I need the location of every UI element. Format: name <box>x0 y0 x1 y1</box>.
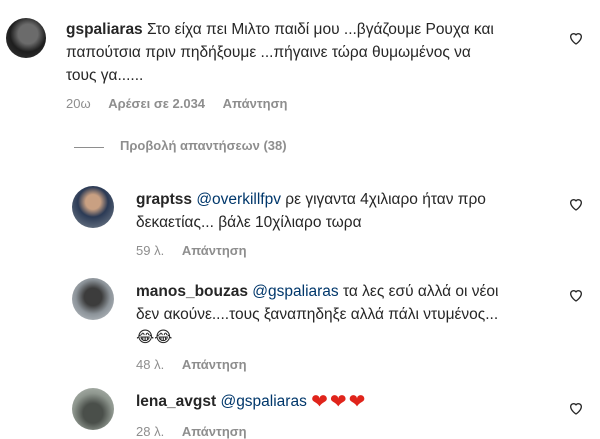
comment-time: 20ω <box>66 96 91 111</box>
reply-mention[interactable]: @overkillfpv <box>196 191 281 208</box>
comment-text: gspaliaras Στο είχα πει Μιλτο παιδί μου … <box>66 18 566 87</box>
comment-username[interactable]: gspaliaras <box>66 21 143 38</box>
reply-time: 59 λ. <box>136 243 165 258</box>
reply-body-line1: ρε γιγαντα 4χιλιαρο ήταν προ <box>285 191 486 208</box>
reply-meta: 48 λ. Απάντηση <box>136 357 261 372</box>
reply-meta: 28 λ. Απάντηση <box>136 424 261 439</box>
reply-body-line2: δεν ακούνε....τους ξαναπηδηξε αλλά πάλι … <box>136 306 499 323</box>
comment-body-line3: τους γα...... <box>66 67 144 84</box>
avatar[interactable] <box>72 388 114 430</box>
avatar[interactable] <box>6 18 46 58</box>
reply-username[interactable]: lena_avgst <box>136 393 216 410</box>
comment-meta: 20ω Αρέσει σε 2.034 Απάντηση <box>66 96 301 111</box>
reply-emoji: 😂😂 <box>136 329 173 346</box>
reply-meta: 59 λ. Απάντηση <box>136 243 261 258</box>
view-replies-button[interactable]: Προβολή απαντήσεων (38) <box>120 138 287 153</box>
reply-button[interactable]: Απάντηση <box>223 96 288 111</box>
reply-username[interactable]: graptss <box>136 191 192 208</box>
reply-button[interactable]: Απάντηση <box>182 424 247 439</box>
comment-body-line2: παπούτσια πριν πηδήξουμε ...πήγαινε τώρα… <box>66 44 471 61</box>
comment-body-line1: Στο είχα πει Μιλτο παιδί μου ...βγάζουμε… <box>147 21 494 38</box>
heart-outline-icon[interactable] <box>568 287 584 303</box>
reply-text: lena_avgst @gspaliaras ❤❤❤ <box>136 390 556 414</box>
reply-time: 48 λ. <box>136 357 165 372</box>
reply-hearts: ❤❤❤ <box>311 391 368 413</box>
reply-button[interactable]: Απάντηση <box>182 243 247 258</box>
heart-outline-icon[interactable] <box>568 400 584 416</box>
avatar[interactable] <box>72 278 114 320</box>
reply-time: 28 λ. <box>136 424 165 439</box>
heart-outline-icon[interactable] <box>568 196 584 212</box>
reply-body-line1: τα λες εσύ αλλά οι νέοι <box>343 283 499 300</box>
view-replies-divider <box>74 147 104 148</box>
reply-username[interactable]: manos_bouzas <box>136 283 248 300</box>
comment-likes[interactable]: Αρέσει σε 2.034 <box>108 96 205 111</box>
reply-text: graptss @overkillfpv ρε γιγαντα 4χιλιαρο… <box>136 188 556 234</box>
reply-mention[interactable]: @gspaliaras <box>220 393 306 410</box>
reply-body-line2: δεκαετίας... βάλε 10χίλιαρο τωρα <box>136 214 362 231</box>
avatar[interactable] <box>72 186 114 228</box>
reply-button[interactable]: Απάντηση <box>182 357 247 372</box>
reply-text: manos_bouzas @gspaliaras τα λες εσύ αλλά… <box>136 280 566 349</box>
heart-outline-icon[interactable] <box>568 30 584 46</box>
reply-mention[interactable]: @gspaliaras <box>252 283 338 300</box>
